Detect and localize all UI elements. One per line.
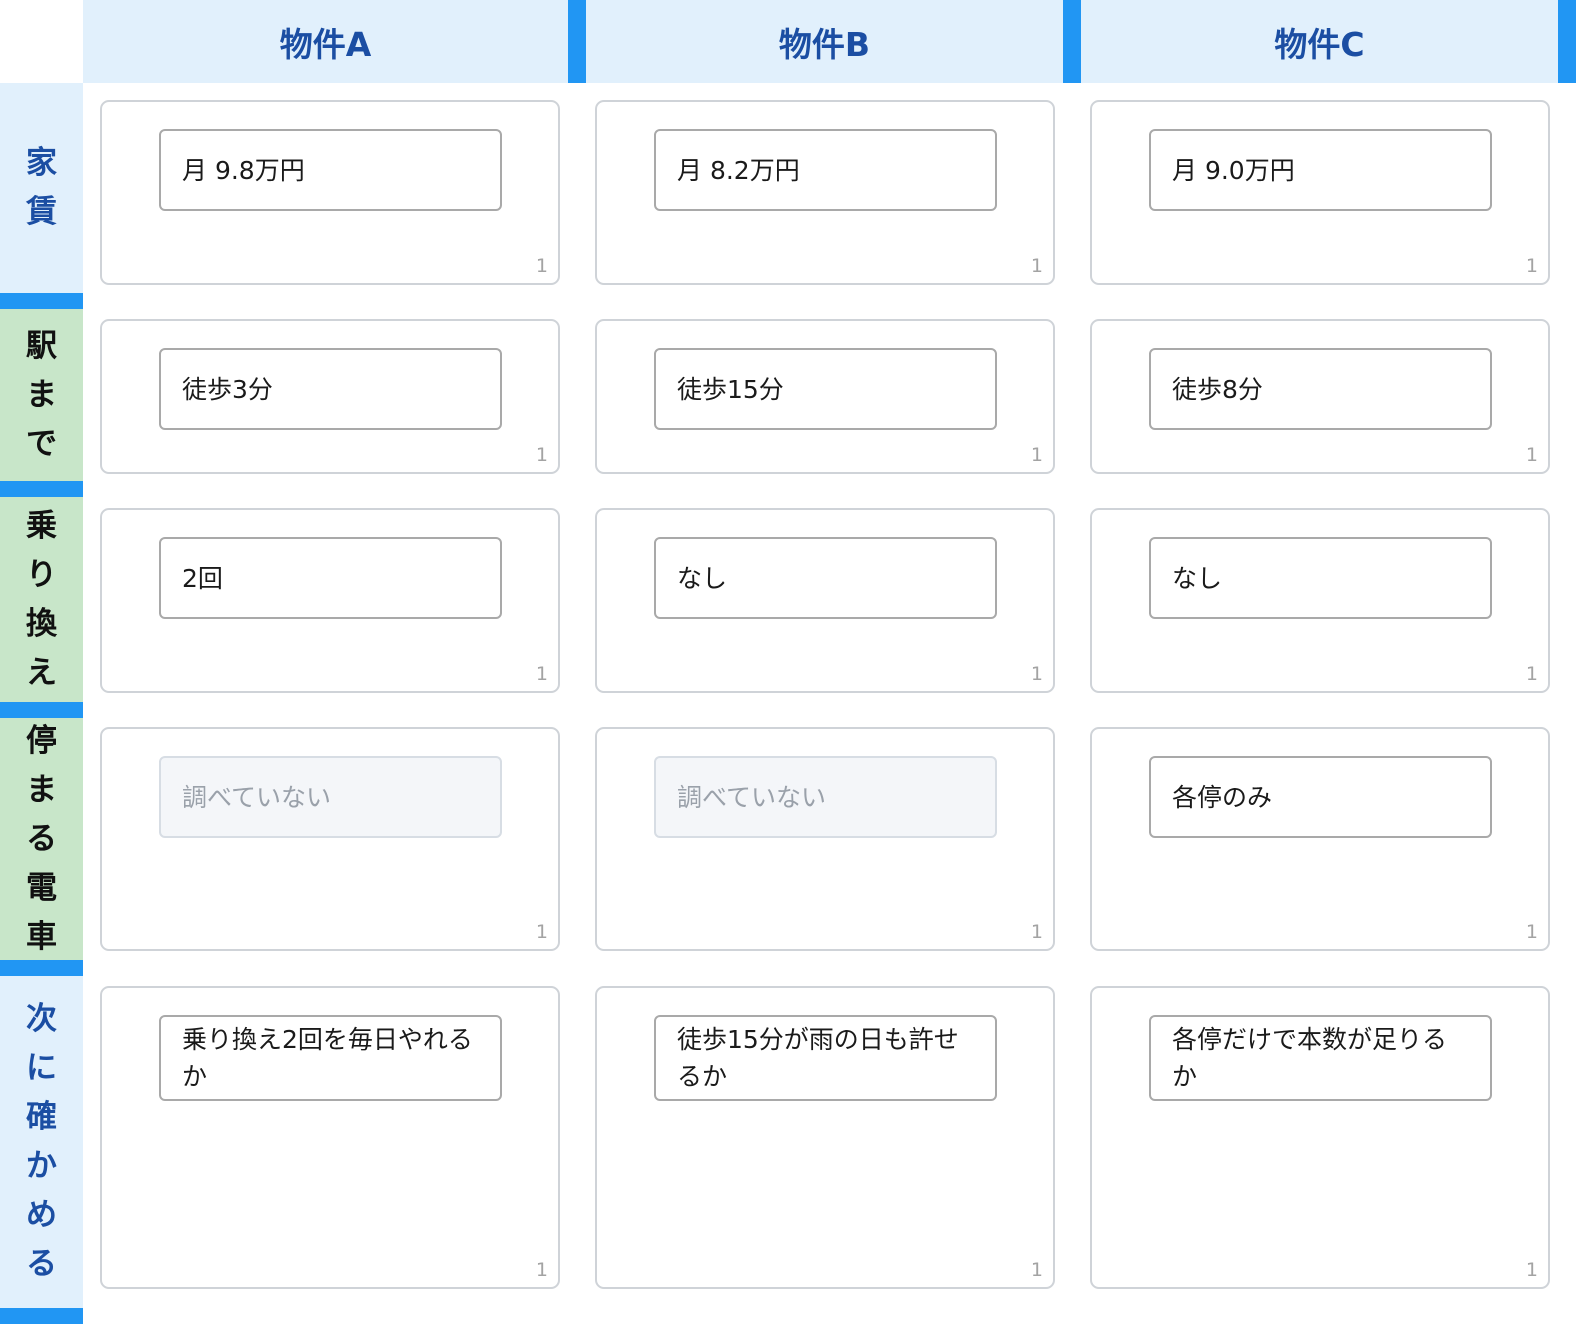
row-divider <box>0 481 83 497</box>
row-header-char: 停 <box>26 722 57 759</box>
column-header-a: 物件A <box>83 0 568 83</box>
row-header-char: え <box>26 654 57 691</box>
train-type-input-a[interactable]: 調べていない <box>159 756 502 838</box>
row-header-char: 乗 <box>26 507 57 544</box>
rent-input-c[interactable]: 月 9.0万円 <box>1149 129 1492 211</box>
cell-card: 徒歩15分 1 <box>595 319 1055 474</box>
column-header-c: 物件C <box>1081 0 1558 83</box>
row-header-train-type: 停 ま る 電 車 <box>0 718 83 960</box>
comparison-grid: 物件A 物件B 物件C 家 賃 駅 ま で 乗 り 換 え 停 ま る 電 車 … <box>0 0 1590 1324</box>
row-header-next-check: 次 に 確 か め る <box>0 976 83 1308</box>
row-header-char: 駅 <box>26 327 57 364</box>
row-header-transfers: 乗 り 換 え <box>0 497 83 702</box>
cell-card: 徒歩3分 1 <box>100 319 560 474</box>
count-badge: 1 <box>1030 663 1043 685</box>
count-badge: 1 <box>1525 255 1538 277</box>
cell-card: 2回 1 <box>100 508 560 693</box>
cell-card: なし 1 <box>1090 508 1550 693</box>
row-header-char: 賃 <box>26 194 57 230</box>
count-badge: 1 <box>535 444 548 466</box>
cell-card: 月 8.2万円 1 <box>595 100 1055 285</box>
row-header-char: 次 <box>26 1001 57 1037</box>
column-divider <box>1558 0 1576 83</box>
count-badge: 1 <box>1525 921 1538 943</box>
count-badge: 1 <box>1525 1259 1538 1281</box>
column-divider <box>568 0 586 83</box>
cell-card: なし 1 <box>595 508 1055 693</box>
transfers-input-a[interactable]: 2回 <box>159 537 502 619</box>
row-header-char: 確 <box>26 1099 57 1135</box>
cell-card: 各停だけで本数が足りるか 1 <box>1090 986 1550 1289</box>
column-header-b: 物件B <box>586 0 1063 83</box>
station-distance-input-c[interactable]: 徒歩8分 <box>1149 348 1492 430</box>
cell-card: 乗り換え2回を毎日やれるか 1 <box>100 986 560 1289</box>
count-badge: 1 <box>1525 663 1538 685</box>
count-badge: 1 <box>1525 444 1538 466</box>
column-divider <box>1063 0 1081 83</box>
row-header-station-distance: 駅 ま で <box>0 309 83 481</box>
train-type-input-c[interactable]: 各停のみ <box>1149 756 1492 838</box>
row-header-char: 家 <box>26 145 57 181</box>
transfers-input-b[interactable]: なし <box>654 537 997 619</box>
count-badge: 1 <box>535 255 548 277</box>
cell-card: 月 9.8万円 1 <box>100 100 560 285</box>
row-header-char: り <box>26 556 57 593</box>
count-badge: 1 <box>1030 255 1043 277</box>
cell-card: 各停のみ 1 <box>1090 727 1550 951</box>
row-header-char: る <box>26 820 57 857</box>
count-badge: 1 <box>1030 921 1043 943</box>
row-header-char: で <box>26 425 57 462</box>
next-check-input-a[interactable]: 乗り換え2回を毎日やれるか <box>159 1015 502 1101</box>
rent-input-a[interactable]: 月 9.8万円 <box>159 129 502 211</box>
row-header-char: ま <box>26 376 57 413</box>
count-badge: 1 <box>1030 1259 1043 1281</box>
next-check-input-c[interactable]: 各停だけで本数が足りるか <box>1149 1015 1492 1101</box>
row-header-rent: 家 賃 <box>0 83 83 293</box>
row-header-char: ま <box>26 771 57 808</box>
row-header-char: に <box>26 1050 57 1086</box>
row-header-char: か <box>26 1148 57 1184</box>
cell-card: 月 9.0万円 1 <box>1090 100 1550 285</box>
row-header-char: 車 <box>26 918 57 955</box>
cell-card: 徒歩15分が雨の日も許せるか 1 <box>595 986 1055 1289</box>
station-distance-input-a[interactable]: 徒歩3分 <box>159 348 502 430</box>
next-check-input-b[interactable]: 徒歩15分が雨の日も許せるか <box>654 1015 997 1101</box>
rent-input-b[interactable]: 月 8.2万円 <box>654 129 997 211</box>
station-distance-input-b[interactable]: 徒歩15分 <box>654 348 997 430</box>
cell-card: 徒歩8分 1 <box>1090 319 1550 474</box>
count-badge: 1 <box>1030 444 1043 466</box>
cell-card: 調べていない 1 <box>100 727 560 951</box>
row-divider <box>0 1308 83 1324</box>
transfers-input-c[interactable]: なし <box>1149 537 1492 619</box>
count-badge: 1 <box>535 1259 548 1281</box>
row-divider <box>0 293 83 309</box>
row-header-char: る <box>26 1246 57 1282</box>
row-header-char: 換 <box>26 605 57 642</box>
cell-card: 調べていない 1 <box>595 727 1055 951</box>
count-badge: 1 <box>535 663 548 685</box>
row-header-char: め <box>26 1197 57 1233</box>
count-badge: 1 <box>535 921 548 943</box>
row-divider <box>0 960 83 976</box>
row-header-char: 電 <box>26 869 57 906</box>
train-type-input-b[interactable]: 調べていない <box>654 756 997 838</box>
